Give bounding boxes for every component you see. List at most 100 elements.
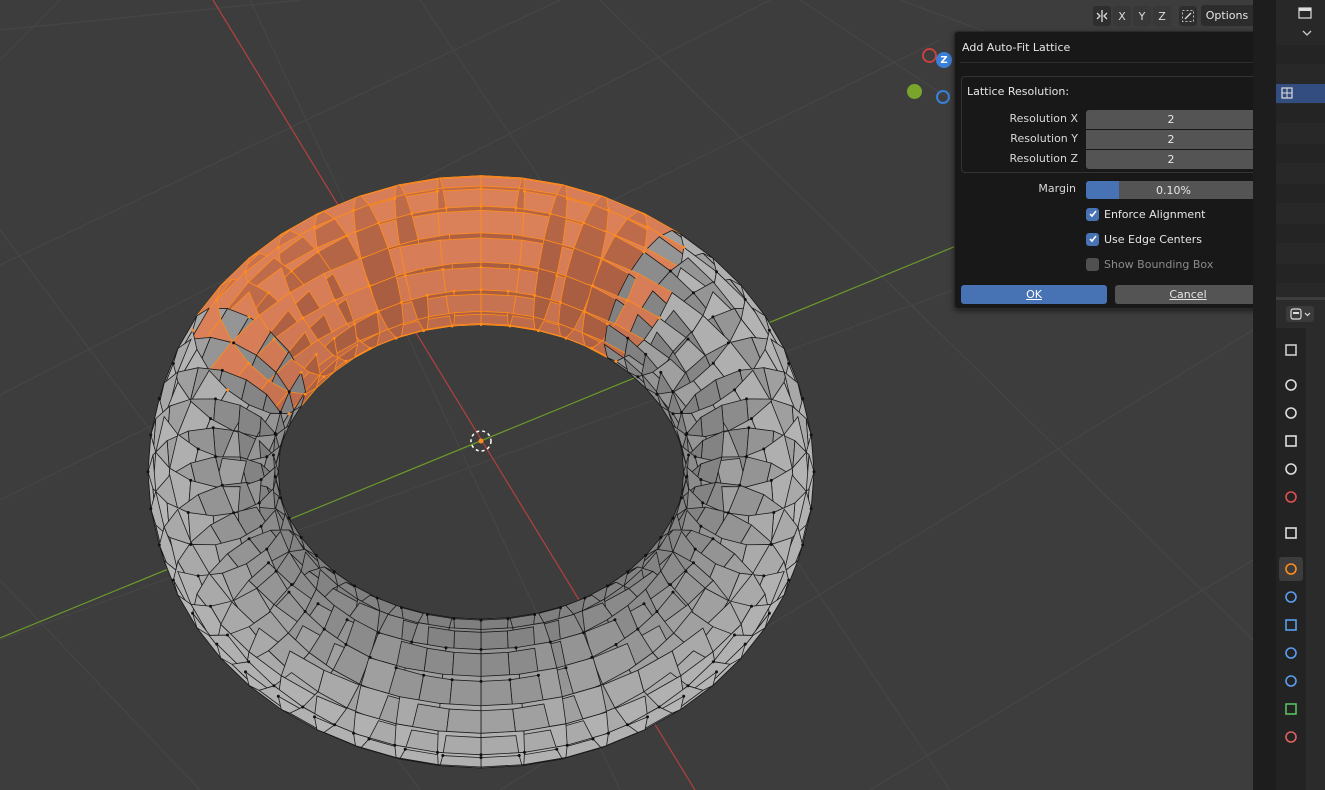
tab-constraints[interactable]: [1279, 669, 1303, 693]
outliner-row[interactable]: [1276, 184, 1325, 203]
tab-world[interactable]: [1279, 485, 1303, 509]
mesh-vertex: [564, 336, 568, 340]
tab-modifier[interactable]: [1279, 585, 1303, 609]
enforce-alignment-checkbox[interactable]: Enforce Alignment: [1086, 206, 1205, 222]
mesh-vertex: [157, 397, 161, 401]
outliner-row[interactable]: [1276, 264, 1325, 283]
mesh-vertex: [682, 245, 686, 249]
mesh-vertex: [375, 596, 379, 600]
tab-material[interactable]: [1279, 725, 1303, 749]
mesh-vertex: [299, 370, 303, 374]
editor-type-dropdown[interactable]: [1286, 306, 1314, 322]
outliner-row[interactable]: [1276, 25, 1325, 44]
gizmo-neg-z-icon[interactable]: [936, 90, 950, 104]
mesh-vertex: [479, 187, 483, 191]
axis-z-toggle[interactable]: Z: [1153, 6, 1171, 26]
mesh-vertex: [479, 756, 483, 760]
mesh-vertex: [479, 753, 483, 757]
gizmo-neg-x-icon[interactable]: [922, 48, 937, 63]
snap-icon[interactable]: [1179, 6, 1197, 26]
tab-object[interactable]: [1279, 557, 1303, 581]
margin-slider[interactable]: 0.10%: [1086, 181, 1261, 199]
tab-tool[interactable]: [1279, 338, 1303, 362]
mesh-vertex: [403, 747, 407, 751]
chevron-down-icon: [1302, 30, 1312, 36]
mesh-vertex: [692, 561, 695, 565]
outliner-row[interactable]: [1276, 104, 1325, 123]
mesh-vertex: [209, 604, 212, 608]
mirror-icon[interactable]: [1093, 6, 1111, 26]
tab-scene[interactable]: [1279, 457, 1303, 481]
tab-render[interactable]: [1279, 373, 1303, 397]
mesh-vertex: [422, 329, 426, 333]
outliner-panel[interactable]: [1276, 0, 1325, 297]
mesh-vertex: [738, 483, 742, 487]
axis-y-toggle[interactable]: Y: [1133, 6, 1151, 26]
mesh-vertex: [533, 613, 537, 616]
mesh-vertex: [215, 642, 219, 646]
tab-view-layer[interactable]: [1279, 429, 1303, 453]
mesh-vertex: [769, 478, 773, 482]
mesh-vertex: [801, 397, 805, 401]
outliner-row-selected[interactable]: [1276, 84, 1325, 103]
mesh-vertex: [332, 570, 336, 574]
resolution-z-field[interactable]: 2: [1086, 150, 1256, 169]
resolution-y-field[interactable]: 2: [1086, 130, 1256, 149]
tab-output[interactable]: [1279, 401, 1303, 425]
tab-data[interactable]: [1279, 697, 1303, 721]
margin-label: Margin: [1038, 182, 1076, 195]
tab-physics[interactable]: [1279, 641, 1303, 665]
use-edge-centers-checkbox[interactable]: Use Edge Centers: [1086, 231, 1202, 247]
mesh-vertex: [244, 670, 247, 674]
outliner-row[interactable]: [1276, 5, 1325, 24]
outliner-row[interactable]: [1276, 45, 1325, 64]
mesh-vertex: [425, 293, 429, 297]
cancel-button[interactable]: Cancel: [1115, 285, 1261, 304]
mesh-vertex: [743, 642, 747, 646]
gizmo-z-icon[interactable]: Z: [936, 52, 952, 68]
mesh-vertex: [157, 543, 161, 547]
mesh-vertex: [726, 511, 730, 515]
resolution-x-field[interactable]: 2: [1086, 110, 1256, 129]
outliner-row[interactable]: [1276, 65, 1325, 84]
resolution-x-label: Resolution X: [1009, 112, 1078, 125]
mesh-vertex: [715, 270, 718, 274]
mesh-vertex: [680, 496, 683, 500]
mesh-vertex: [605, 584, 609, 588]
mesh-vertex: [711, 660, 715, 664]
mesh-vertex: [680, 410, 683, 414]
mesh-vertex: [536, 329, 540, 333]
mesh-vertex: [149, 433, 153, 437]
outliner-row[interactable]: [1276, 144, 1325, 163]
mesh-vertex: [410, 640, 414, 644]
options-dropdown[interactable]: Options: [1201, 5, 1253, 26]
mesh-vertex: [613, 618, 617, 622]
outliner-row[interactable]: [1276, 224, 1325, 243]
mesh-vertex: [267, 561, 270, 565]
mesh-vertex: [657, 705, 661, 709]
mesh-vertex: [215, 298, 219, 301]
mesh-vertex: [267, 291, 270, 295]
mesh-vertex: [191, 611, 195, 615]
particles-icon: [1285, 619, 1297, 631]
mesh-vertex: [189, 543, 193, 546]
mesh-vertex: [257, 501, 261, 505]
axis-x-toggle[interactable]: X: [1113, 6, 1131, 26]
mesh-vertex: [479, 648, 483, 651]
mesh-vertex: [149, 507, 153, 511]
mesh-vertex: [314, 352, 318, 356]
collection-icon: [1285, 527, 1297, 539]
mesh-vertex: [247, 315, 251, 319]
mesh-vertex: [313, 715, 316, 719]
show-bounding-box-checkbox[interactable]: Show Bounding Box: [1086, 256, 1213, 272]
gizmo-neg-y-icon[interactable]: [907, 84, 922, 99]
tab-particles[interactable]: [1279, 613, 1303, 637]
mesh-vertex: [686, 684, 690, 688]
mesh-vertex: [536, 673, 540, 677]
tab-collection[interactable]: [1279, 521, 1303, 545]
mesh-vertex: [436, 189, 439, 193]
mesh-vertex: [555, 747, 559, 751]
mesh-vertex: [508, 324, 512, 328]
ok-button[interactable]: OK: [961, 285, 1107, 304]
checkbox-checked-icon: [1086, 207, 1099, 221]
